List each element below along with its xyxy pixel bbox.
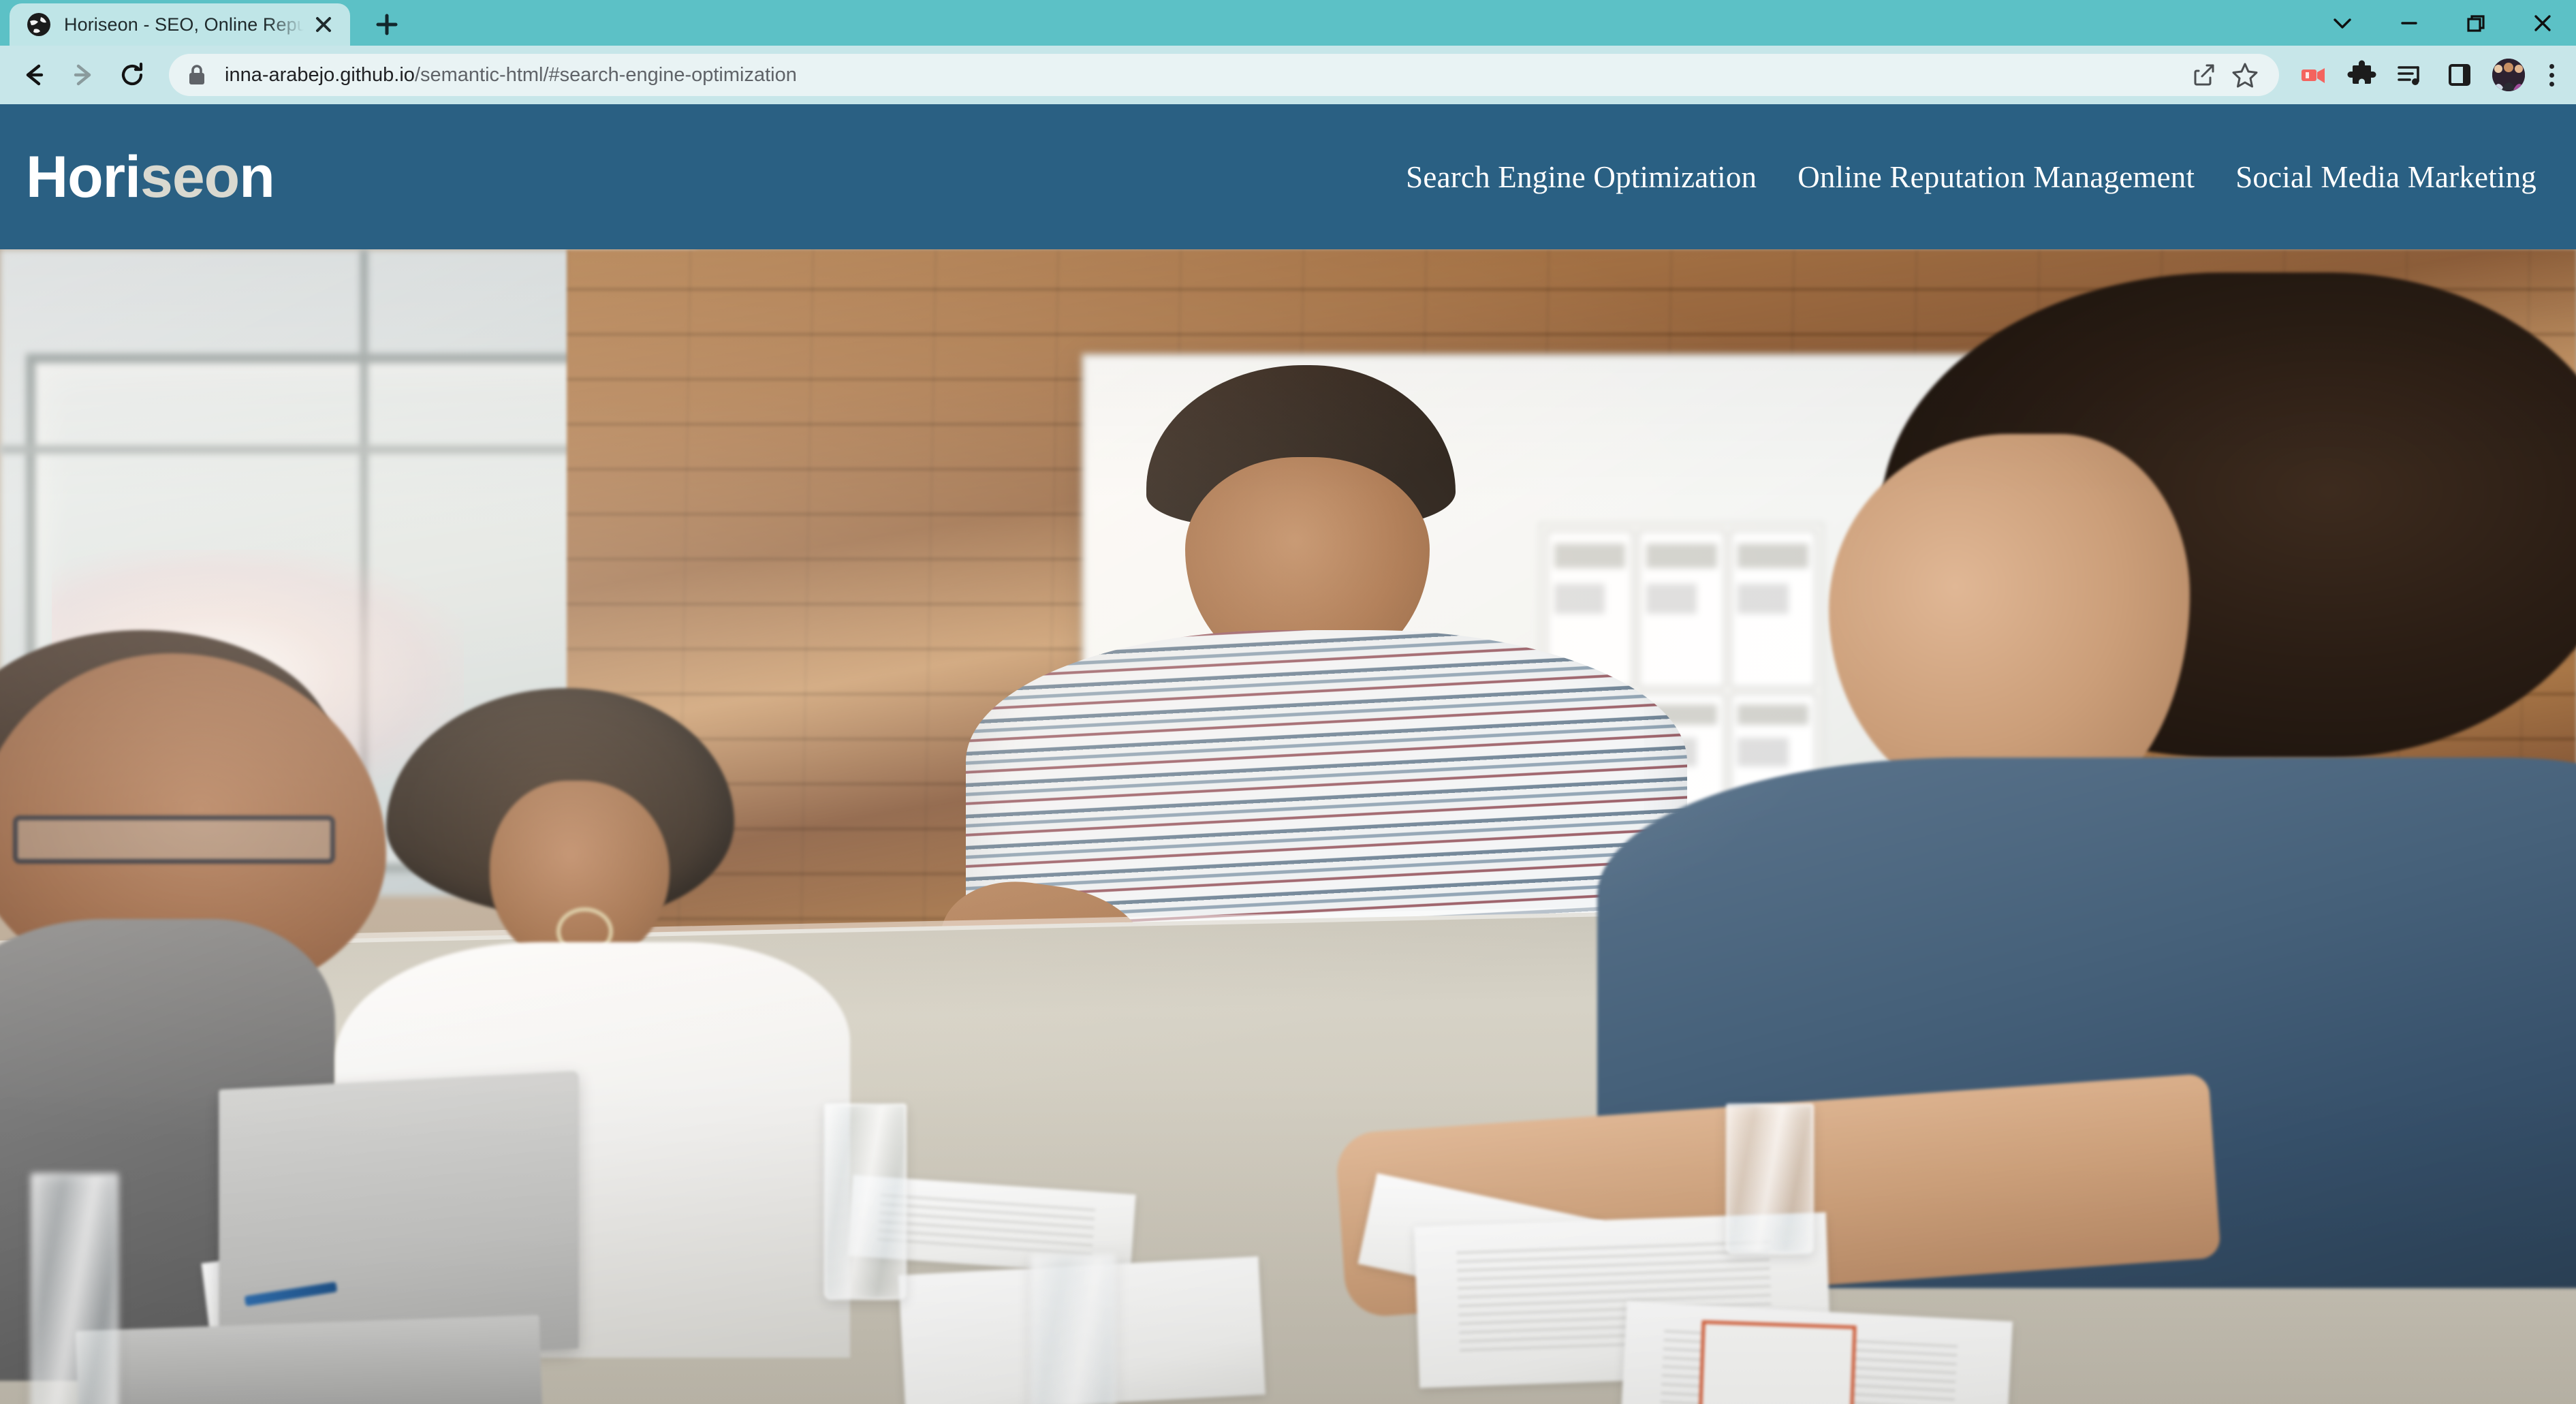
lock-icon: [187, 63, 210, 87]
window-restore-icon[interactable]: [2443, 0, 2509, 46]
water-glass: [1030, 1253, 1116, 1404]
screencast-record-icon[interactable]: [2290, 52, 2335, 97]
extensions-puzzle-icon[interactable]: [2339, 52, 2384, 97]
water-glass: [1725, 1104, 1814, 1254]
url-domain: inna-arabejo.github.io: [225, 63, 415, 86]
back-button[interactable]: [10, 50, 59, 99]
reload-button[interactable]: [108, 50, 157, 99]
tab-search-chevron-down-icon[interactable]: [2309, 0, 2376, 46]
url-text: inna-arabejo.github.io/semantic-html/#se…: [225, 64, 2184, 87]
water-glass: [824, 1104, 907, 1300]
address-bar[interactable]: inna-arabejo.github.io/semantic-html/#se…: [169, 54, 2279, 96]
forward-button[interactable]: [59, 50, 108, 99]
tab-strip: Horiseon - SEO, Online Reputatio: [0, 0, 2576, 46]
new-tab-button[interactable]: [361, 3, 413, 46]
window-close-icon[interactable]: [2509, 0, 2576, 46]
media-playlist-icon[interactable]: [2388, 52, 2433, 97]
browser-tab-active[interactable]: Horiseon - SEO, Online Reputatio: [10, 3, 350, 46]
logo-part-one: Hori: [26, 144, 141, 210]
browser-toolbar: inna-arabejo.github.io/semantic-html/#se…: [0, 46, 2576, 104]
bookmark-star-icon[interactable]: [2225, 54, 2265, 95]
nav-social-media-marketing[interactable]: Social Media Marketing: [2215, 159, 2549, 195]
water-glass: [31, 1173, 119, 1404]
window-controls: [2309, 0, 2576, 46]
share-icon[interactable]: [2184, 54, 2225, 95]
logo-part-three: n: [239, 144, 275, 210]
site-header: Horiseon Search Engine Optimization Onli…: [0, 104, 2576, 249]
site-nav: Search Engine Optimization Online Reputa…: [1385, 159, 2549, 195]
web-page: Horiseon Search Engine Optimization Onli…: [0, 104, 2576, 1404]
profile-avatar[interactable]: [2486, 52, 2531, 97]
tab-close-icon[interactable]: [308, 9, 339, 40]
orange-report-sheet: [1698, 1320, 1857, 1404]
nav-online-reputation-management[interactable]: Online Reputation Management: [1777, 159, 2215, 195]
tab-title: Horiseon - SEO, Online Reputatio: [64, 14, 304, 35]
side-panel-icon[interactable]: [2437, 52, 2482, 97]
logo-part-seo: seo: [140, 144, 240, 210]
url-path: /semantic-html/#search-engine-optimizati…: [414, 63, 797, 86]
avatar: [2492, 59, 2525, 91]
laptop-base: [76, 1315, 543, 1404]
nav-search-engine-optimization[interactable]: Search Engine Optimization: [1385, 159, 1777, 195]
eyeglasses: [12, 815, 335, 864]
globe-favicon: [26, 12, 52, 37]
hero-image: [0, 249, 2576, 1404]
browser-window: Horiseon - SEO, Online Reputatio: [0, 0, 2576, 1404]
site-logo[interactable]: Horiseon: [26, 148, 275, 206]
chrome-menu-icon[interactable]: [2536, 52, 2566, 97]
window-minimize-icon[interactable]: [2376, 0, 2443, 46]
